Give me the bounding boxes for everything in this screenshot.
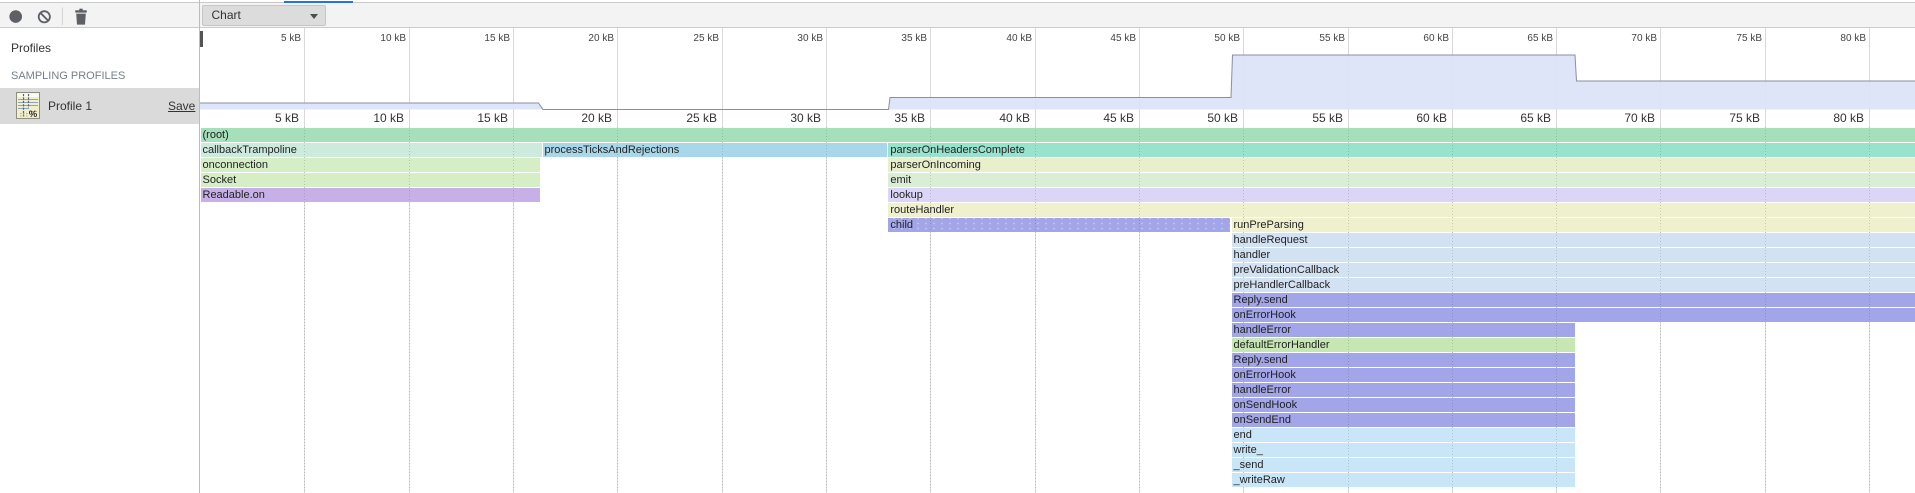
svg-text:%: % xyxy=(29,109,38,119)
